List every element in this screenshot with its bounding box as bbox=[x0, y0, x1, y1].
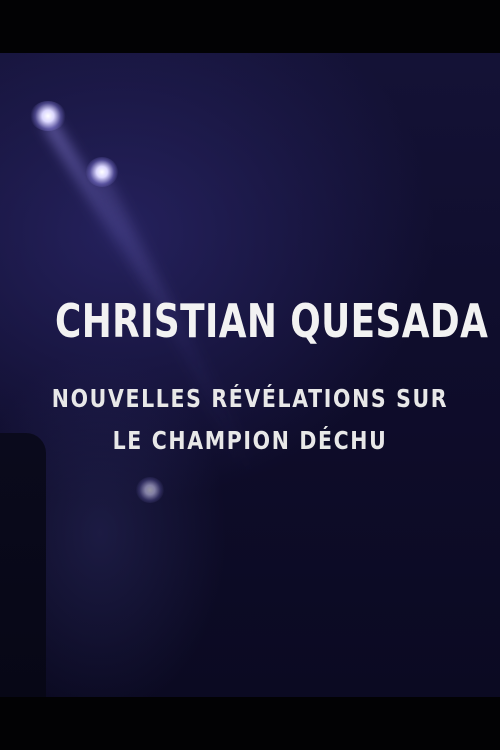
poster-subtitle-line-1: NOUVELLES RÉVÉLATIONS SUR bbox=[51, 384, 449, 413]
poster-title: CHRISTIAN QUESADA bbox=[55, 294, 489, 348]
spotlight bbox=[30, 101, 66, 131]
letterbox-bottom bbox=[0, 697, 500, 750]
movie-poster: CHRISTIAN QUESADA NOUVELLES RÉVÉLATIONS … bbox=[0, 0, 500, 750]
spotlight bbox=[136, 477, 164, 503]
poster-subtitle-line-2: LE CHAMPION DÉCHU bbox=[112, 426, 388, 455]
poster-image: CHRISTIAN QUESADA NOUVELLES RÉVÉLATIONS … bbox=[0, 53, 500, 697]
figure-silhouette bbox=[0, 433, 46, 697]
letterbox-top bbox=[0, 0, 500, 53]
spotlight bbox=[86, 157, 118, 187]
